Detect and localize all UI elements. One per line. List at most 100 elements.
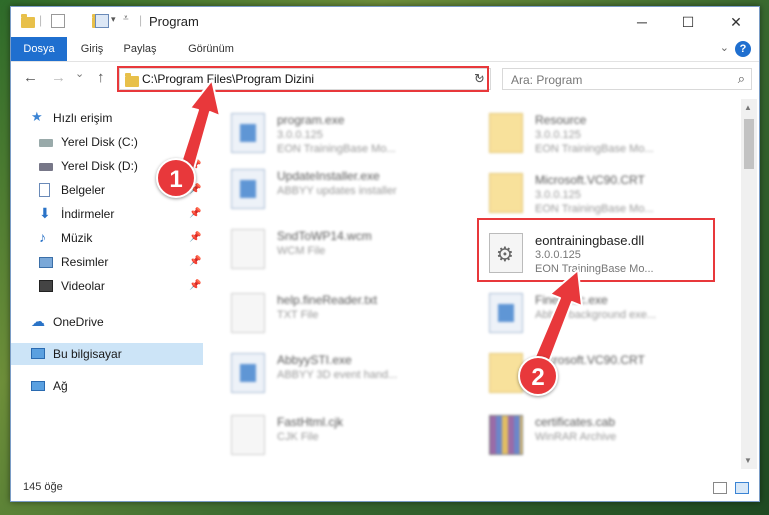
sidebar-item-quick-access[interactable]: ★ Hızlı erişim bbox=[11, 107, 203, 129]
file-description: TXT File bbox=[277, 309, 319, 321]
item-count: 145 öğe bbox=[23, 481, 63, 493]
pin-icon[interactable]: 📌 bbox=[189, 203, 201, 225]
close-button[interactable]: ✕ bbox=[713, 7, 759, 37]
cloud-icon: ☁ bbox=[31, 313, 45, 329]
maximize-button[interactable]: ☐ bbox=[665, 7, 711, 37]
up-button[interactable]: ↑ bbox=[97, 69, 105, 86]
scrollbar-thumb[interactable] bbox=[744, 119, 754, 169]
exe-file-icon bbox=[231, 353, 265, 393]
expand-ribbon-icon[interactable]: ⌄ bbox=[720, 41, 729, 54]
file-description: ABBYY 3D event hand... bbox=[277, 369, 398, 381]
file-list: program.exe 3.0.0.125 EON TrainingBase M… bbox=[223, 99, 743, 469]
document-file-icon bbox=[231, 415, 265, 455]
file-name: program.exe bbox=[277, 113, 345, 127]
file-description: EON TrainingBase Mo... bbox=[277, 143, 396, 155]
file-name: AbbyySTI.exe bbox=[277, 353, 352, 367]
navigation-bar: ← → ⌄ ↑ C:\Program Files\Program Dizini … bbox=[11, 63, 759, 95]
search-placeholder: Ara: Program bbox=[511, 73, 583, 87]
sidebar-item-label: Resimler bbox=[61, 255, 109, 269]
archive-file-icon bbox=[489, 415, 523, 455]
pin-icon[interactable]: 📌 bbox=[189, 131, 201, 153]
file-description: WCM File bbox=[277, 245, 326, 257]
sidebar-item-label: Videolar bbox=[61, 279, 105, 293]
list-item[interactable]: Resource 3.0.0.125 EON TrainingBase Mo..… bbox=[481, 109, 721, 161]
list-item[interactable]: Microsoft.VC90.CRT 3.0.0.125 EON Trainin… bbox=[481, 169, 721, 221]
list-item[interactable]: Microsoft.VC90.CRT bbox=[481, 349, 721, 401]
list-item[interactable]: SndToWP14.wcm WCM File bbox=[223, 225, 463, 277]
exe-file-icon bbox=[489, 293, 523, 333]
pin-icon[interactable]: 📌 bbox=[189, 251, 201, 273]
large-icons-view-icon[interactable] bbox=[735, 482, 749, 494]
back-button[interactable]: ← bbox=[23, 69, 38, 86]
sidebar-item-label: İndirmeler bbox=[61, 207, 115, 221]
sidebar-item-label: Bu bilgisayar bbox=[53, 347, 122, 361]
sidebar-item-pictures[interactable]: Resimler 📌 bbox=[11, 251, 203, 273]
view-icon[interactable] bbox=[95, 14, 109, 28]
star-icon: ★ bbox=[31, 109, 43, 124]
video-icon bbox=[39, 280, 53, 292]
sidebar-item-onedrive[interactable]: ☁ OneDrive bbox=[11, 311, 203, 333]
pin-icon[interactable]: 📌 bbox=[189, 275, 201, 297]
folder-icon bbox=[489, 173, 523, 213]
tab-paylas[interactable]: Paylaş bbox=[115, 37, 165, 61]
forward-button[interactable]: → bbox=[51, 69, 66, 86]
sidebar-item-label: Müzik bbox=[61, 231, 93, 245]
document-file-icon bbox=[231, 293, 265, 333]
pin-icon[interactable]: 📌 bbox=[189, 227, 201, 249]
customize-toolbar-icon[interactable]: ⩡ bbox=[123, 13, 129, 31]
explorer-window: | ▾ ⩡ | Program ─ ☐ ✕ Dosya Giriş Paylaş… bbox=[10, 6, 760, 502]
sidebar-item-label: Hızlı erişim bbox=[53, 111, 113, 125]
file-description: CJK File bbox=[277, 431, 319, 443]
list-item[interactable]: help.fineReader.txt TXT File bbox=[223, 289, 463, 341]
details-view-icon[interactable] bbox=[713, 482, 727, 494]
chevron-down-icon[interactable]: ▾ bbox=[111, 14, 116, 32]
status-bar: 145 öğe bbox=[11, 477, 759, 501]
address-highlight-box bbox=[117, 66, 489, 92]
list-item[interactable]: FineExec.exe Abbyy background exe... bbox=[481, 289, 721, 341]
drive-icon bbox=[39, 139, 53, 147]
file-description: EON TrainingBase Mo... bbox=[535, 203, 654, 215]
sidebar-item-local-disk-c[interactable]: Yerel Disk (C:) 📌 bbox=[11, 131, 203, 153]
step-badge-2: 2 bbox=[518, 356, 558, 396]
search-icon[interactable]: ⌕ bbox=[738, 71, 745, 87]
minimize-button[interactable]: ─ bbox=[619, 7, 665, 37]
recent-locations-button[interactable]: ⌄ bbox=[75, 67, 84, 80]
help-button[interactable]: ? bbox=[735, 41, 751, 57]
file-name: UpdateInstaller.exe bbox=[277, 169, 380, 183]
tab-gorunum[interactable]: Görünüm bbox=[181, 37, 241, 61]
navigation-pane: ★ Hızlı erişim Yerel Disk (C:) 📌 Yerel D… bbox=[11, 99, 203, 469]
sidebar-item-label: Yerel Disk (D:) bbox=[61, 159, 138, 173]
sidebar-item-this-pc[interactable]: Bu bilgisayar bbox=[11, 343, 203, 365]
file-version: 3.0.0.125 bbox=[535, 129, 581, 141]
sidebar-item-downloads[interactable]: ⬇ İndirmeler 📌 bbox=[11, 203, 203, 225]
file-name: FastHtml.cjk bbox=[277, 415, 343, 429]
file-description: WinRAR Archive bbox=[535, 431, 617, 443]
list-item[interactable]: AbbyySTI.exe ABBYY 3D event hand... bbox=[223, 349, 463, 401]
computer-icon bbox=[31, 348, 45, 359]
list-item[interactable]: certificates.cab WinRAR Archive bbox=[481, 411, 721, 463]
sidebar-item-music[interactable]: ♪ Müzik 📌 bbox=[11, 227, 203, 249]
separator: | bbox=[139, 13, 143, 27]
list-item[interactable]: program.exe 3.0.0.125 EON TrainingBase M… bbox=[223, 109, 463, 161]
folder-icon bbox=[489, 113, 523, 153]
file-name: SndToWP14.wcm bbox=[277, 229, 372, 243]
separator: | bbox=[39, 13, 43, 27]
tab-giris[interactable]: Giriş bbox=[71, 37, 113, 61]
list-item[interactable]: UpdateInstaller.exe ABBYY updates instal… bbox=[223, 165, 463, 217]
properties-icon[interactable] bbox=[51, 14, 65, 28]
list-item[interactable]: FastHtml.cjk CJK File bbox=[223, 411, 463, 463]
download-icon: ⬇ bbox=[39, 205, 51, 221]
search-input[interactable]: Ara: Program ⌕ bbox=[502, 68, 752, 90]
tab-dosya[interactable]: Dosya bbox=[11, 37, 67, 61]
drive-icon bbox=[39, 163, 53, 171]
title-bar: | ▾ ⩡ | Program ─ ☐ ✕ bbox=[11, 7, 759, 37]
scroll-down-icon[interactable]: ▼ bbox=[744, 456, 752, 465]
file-version: 3.0.0.125 bbox=[535, 189, 581, 201]
sidebar-item-label: Yerel Disk (C:) bbox=[61, 135, 138, 149]
scroll-up-icon[interactable]: ▲ bbox=[744, 103, 752, 112]
sidebar-item-network[interactable]: Ağ bbox=[11, 375, 203, 397]
music-icon: ♪ bbox=[39, 229, 46, 245]
vertical-scrollbar[interactable]: ▲ ▼ bbox=[741, 99, 757, 469]
sidebar-item-videos[interactable]: Videolar 📌 bbox=[11, 275, 203, 297]
file-name: help.fineReader.txt bbox=[277, 293, 378, 307]
